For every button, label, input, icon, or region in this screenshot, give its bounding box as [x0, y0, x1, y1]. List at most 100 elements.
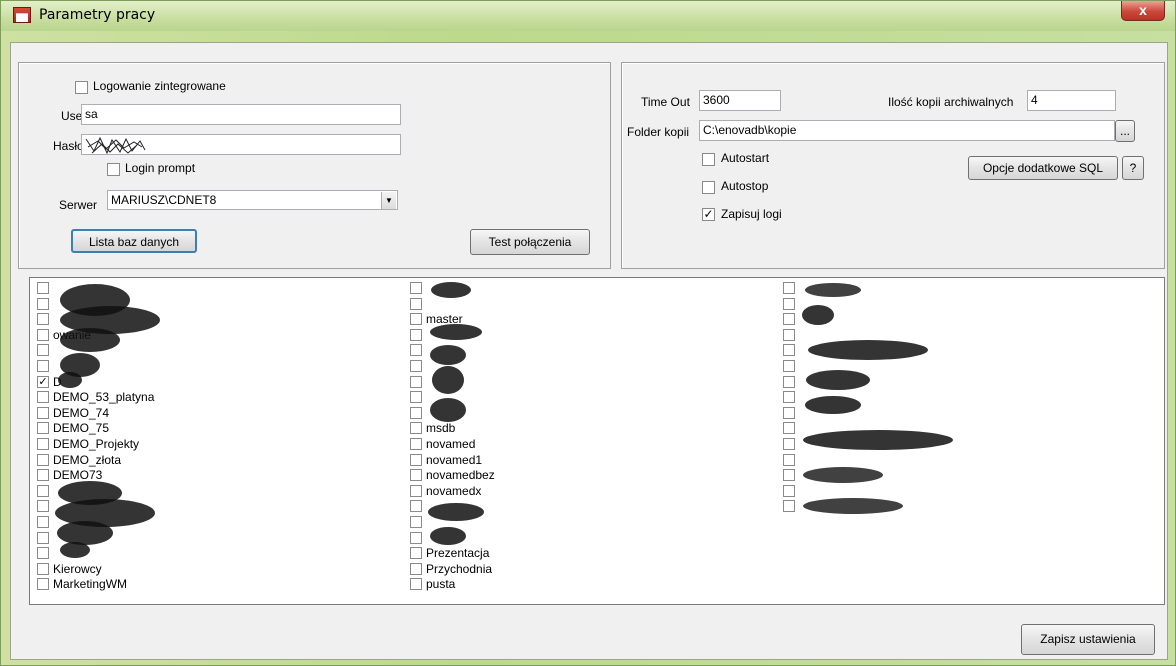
login-prompt-checkbox[interactable]: [107, 163, 120, 176]
database-checkbox[interactable]: [37, 328, 49, 341]
database-checkbox[interactable]: [410, 515, 422, 528]
database-checkbox[interactable]: [37, 547, 49, 560]
sql-options-button[interactable]: Opcje dodatkowe SQL: [968, 156, 1118, 180]
database-name: MarketingWM: [53, 577, 128, 592]
database-checkbox[interactable]: [783, 406, 795, 419]
database-checkbox[interactable]: [410, 328, 422, 341]
database-checkbox[interactable]: [410, 500, 422, 513]
backup-panel: Time Out 3600 Ilość kopii archiwalnych 4…: [621, 62, 1165, 269]
list-databases-button[interactable]: Lista baz danych: [71, 229, 197, 253]
database-checkbox[interactable]: [37, 297, 49, 310]
timeout-input[interactable]: 3600: [699, 90, 781, 111]
archive-copies-input[interactable]: 4: [1027, 90, 1116, 111]
database-checkbox[interactable]: [783, 328, 795, 341]
database-checkbox[interactable]: [37, 406, 49, 419]
database-checkbox[interactable]: [410, 391, 422, 404]
test-connection-button[interactable]: Test połączenia: [470, 229, 590, 255]
database-checkbox[interactable]: [37, 515, 49, 528]
database-checkbox[interactable]: [410, 359, 422, 372]
database-list-item[interactable]: MarketingWM: [37, 577, 337, 593]
database-list-item[interactable]: novamedbez: [410, 468, 710, 484]
database-name: DEMO_74: [53, 405, 110, 420]
autostart-label: Autostart: [721, 151, 770, 165]
backup-folder-input[interactable]: C:\enovadb\kopie: [699, 120, 1115, 141]
database-checkbox[interactable]: [37, 453, 49, 466]
database-list-item[interactable]: DEMO_74: [37, 406, 337, 422]
save-logs-label: Zapisuj logi: [721, 207, 782, 221]
database-list[interactable]: owanie✓DDEMO_53_platynaDEMO_74DEMO_75DEM…: [29, 277, 1165, 605]
database-list-item[interactable]: Kierowcy: [37, 562, 337, 578]
database-checkbox[interactable]: [37, 344, 49, 357]
database-checkbox[interactable]: [410, 437, 422, 450]
save-logs-checkbox[interactable]: ✓: [702, 208, 715, 221]
database-name: pusta: [426, 577, 456, 592]
database-name: Kierowcy: [53, 561, 102, 576]
database-name: DEMO_Projekty: [53, 436, 140, 451]
close-button[interactable]: x: [1121, 1, 1165, 21]
browse-folder-button[interactable]: ...: [1115, 120, 1135, 142]
database-checkbox[interactable]: [410, 562, 422, 575]
database-checkbox[interactable]: [410, 453, 422, 466]
database-list-item[interactable]: pusta: [410, 577, 710, 593]
database-checkbox[interactable]: [37, 469, 49, 482]
database-checkbox[interactable]: [783, 469, 795, 482]
database-checkbox[interactable]: [37, 313, 49, 326]
database-checkbox[interactable]: [410, 578, 422, 591]
user-input[interactable]: sa: [81, 104, 401, 125]
password-input[interactable]: [81, 134, 401, 155]
database-checkbox[interactable]: [410, 344, 422, 357]
save-settings-button[interactable]: Zapisz ustawienia: [1021, 624, 1155, 655]
database-checkbox[interactable]: [410, 313, 422, 326]
app-icon: [13, 7, 31, 23]
help-button[interactable]: ?: [1122, 156, 1144, 180]
database-checkbox[interactable]: [410, 484, 422, 497]
chevron-down-icon[interactable]: ▼: [381, 192, 396, 209]
database-checkbox[interactable]: ✓: [37, 375, 49, 388]
database-list-item[interactable]: novamedx: [410, 484, 710, 500]
database-checkbox[interactable]: [37, 359, 49, 372]
login-panel: Logowanie zintegrowane User sa Hasło Log…: [18, 62, 611, 269]
database-checkbox[interactable]: [783, 375, 795, 388]
database-list-item[interactable]: DEMO_Projekty: [37, 437, 337, 453]
database-checkbox[interactable]: [783, 437, 795, 450]
database-list-item[interactable]: novamed1: [410, 453, 710, 469]
database-checkbox[interactable]: [410, 547, 422, 560]
database-checkbox[interactable]: [783, 422, 795, 435]
server-select[interactable]: MARIUSZ\CDNET8 ▼: [107, 190, 398, 210]
database-checkbox[interactable]: [783, 297, 795, 310]
database-checkbox[interactable]: [783, 313, 795, 326]
database-list-item[interactable]: DEMO_złota: [37, 453, 337, 469]
database-checkbox[interactable]: [37, 422, 49, 435]
autostart-checkbox[interactable]: [702, 153, 715, 166]
database-list-item[interactable]: DEMO_53_platyna: [37, 390, 337, 406]
database-checkbox[interactable]: [410, 531, 422, 544]
database-checkbox[interactable]: [410, 406, 422, 419]
database-checkbox[interactable]: [37, 562, 49, 575]
database-checkbox[interactable]: [37, 484, 49, 497]
database-checkbox[interactable]: [37, 391, 49, 404]
database-checkbox[interactable]: [410, 297, 422, 310]
database-checkbox[interactable]: [37, 437, 49, 450]
database-checkbox[interactable]: [410, 375, 422, 388]
database-checkbox[interactable]: [783, 359, 795, 372]
autostop-checkbox[interactable]: [702, 181, 715, 194]
database-checkbox[interactable]: [783, 282, 795, 294]
database-checkbox[interactable]: [783, 453, 795, 466]
database-list-item[interactable]: novamed: [410, 437, 710, 453]
client-area: Logowanie zintegrowane User sa Hasło Log…: [10, 42, 1168, 660]
database-checkbox[interactable]: [783, 500, 795, 513]
database-checkbox[interactable]: [410, 469, 422, 482]
database-checkbox[interactable]: [37, 282, 49, 294]
database-list-item[interactable]: DEMO_75: [37, 421, 337, 437]
title-bar[interactable]: Parametry pracy x: [1, 1, 1175, 31]
database-checkbox[interactable]: [783, 484, 795, 497]
database-checkbox[interactable]: [410, 422, 422, 435]
database-checkbox[interactable]: [37, 578, 49, 591]
database-checkbox[interactable]: [410, 282, 422, 294]
integrated-login-checkbox[interactable]: [75, 81, 88, 94]
database-checkbox[interactable]: [783, 391, 795, 404]
database-list-item[interactable]: Przychodnia: [410, 562, 710, 578]
database-checkbox[interactable]: [783, 344, 795, 357]
database-checkbox[interactable]: [37, 500, 49, 513]
database-checkbox[interactable]: [37, 531, 49, 544]
